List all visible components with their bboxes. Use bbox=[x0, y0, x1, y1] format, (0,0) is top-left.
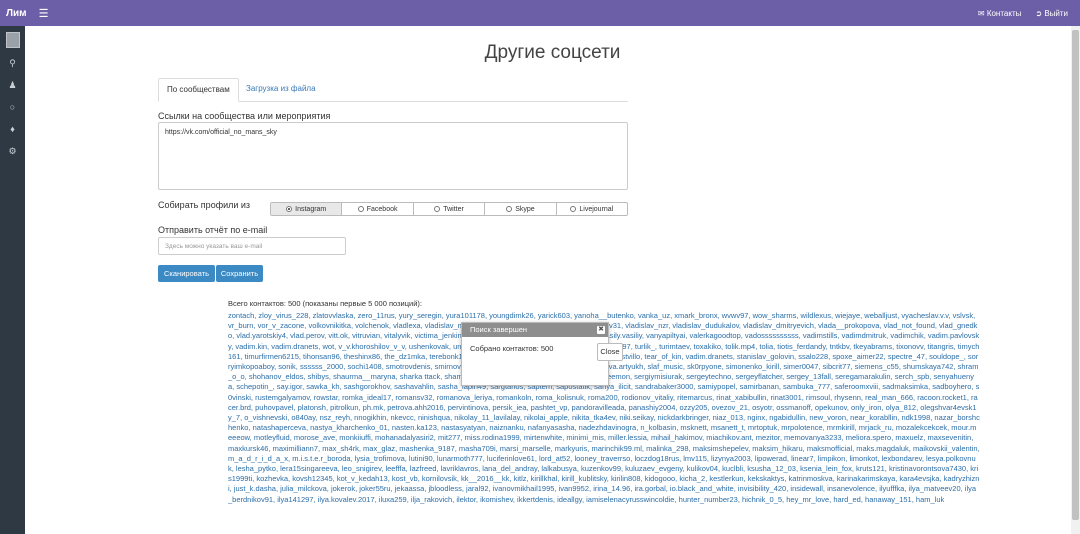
collect-label: Собирать профили из bbox=[158, 200, 251, 210]
radio-facebook[interactable]: Facebook bbox=[342, 203, 414, 215]
radio-label: Livejournal bbox=[579, 205, 614, 213]
radio-indicator bbox=[357, 206, 364, 212]
scrollbar[interactable] bbox=[1071, 26, 1080, 534]
avatar[interactable] bbox=[5, 32, 20, 48]
sidebar: ⚲ ♟ ○ ♦ ⚙ bbox=[0, 26, 25, 534]
radio-label: Facebook bbox=[366, 205, 398, 213]
radio-label: Skype bbox=[515, 205, 535, 213]
email-label: Отправить отчёт по e-mail bbox=[158, 225, 268, 235]
main-content: Другие соцсети По сообществам Загрузка и… bbox=[25, 26, 1080, 534]
radio-livejournal[interactable]: Livejournal bbox=[557, 203, 627, 215]
radio-skype[interactable]: Skype bbox=[485, 203, 557, 215]
links-label: Ссылки на сообщества или мероприятия bbox=[158, 111, 331, 121]
search-complete-dialog: Поиск завершен ✖ Собрано контактов: 500 bbox=[461, 322, 609, 386]
dialog-message: Собрано контактов: 500 bbox=[470, 344, 554, 353]
logout-icon: ➲ bbox=[1035, 8, 1045, 18]
logout-link[interactable]: ➲ Выйти bbox=[1035, 9, 1068, 18]
brand-logo[interactable]: Лим bbox=[6, 8, 27, 19]
contacts-link[interactable]: ✉ Контакты bbox=[978, 9, 1022, 18]
top-right-menu: ✉ Контакты ➲ Выйти bbox=[978, 9, 1068, 18]
mail-icon: ✉ bbox=[977, 8, 987, 18]
scroll-thumb[interactable] bbox=[1072, 30, 1079, 520]
tabs: По сообществам Загрузка из файла bbox=[158, 78, 628, 102]
radio-indicator bbox=[434, 206, 441, 212]
dialog-title: Поиск завершен bbox=[470, 325, 528, 334]
scan-button[interactable]: Сканировать bbox=[158, 265, 215, 282]
radio-indicator bbox=[506, 206, 513, 212]
tab-from-file[interactable]: Загрузка из файла bbox=[238, 78, 324, 102]
radio-twitter[interactable]: Twitter bbox=[414, 203, 486, 215]
chat-icon[interactable]: ○ bbox=[10, 100, 15, 114]
hamburger-icon[interactable]: ☰ bbox=[39, 7, 49, 20]
tab-by-community[interactable]: По сообществам bbox=[158, 78, 239, 102]
radio-label: Twitter bbox=[443, 205, 464, 213]
contacts-label: Контакты bbox=[986, 8, 1022, 18]
top-navbar: Лим ☰ ✉ Контакты ➲ Выйти bbox=[0, 0, 1080, 26]
dialog-close-button[interactable]: Close bbox=[597, 343, 623, 361]
search-icon[interactable]: ⚲ bbox=[9, 56, 16, 70]
radio-instagram[interactable]: Instagram bbox=[271, 203, 343, 215]
pin-icon[interactable]: ♦ bbox=[10, 122, 15, 136]
email-field[interactable] bbox=[158, 237, 346, 255]
total-contacts: Всего контактов: 500 (показаны первые 5 … bbox=[228, 299, 422, 308]
close-icon[interactable]: ✖ bbox=[597, 326, 605, 334]
source-radio-group: Instagram Facebook Twitter Skype Livejou… bbox=[270, 202, 628, 216]
links-textarea[interactable]: https://vk.com/official_no_mans_sky bbox=[158, 122, 628, 190]
page-title: Другие соцсети bbox=[484, 42, 621, 63]
save-button[interactable]: Сохранить bbox=[216, 265, 263, 282]
radio-label: Instagram bbox=[295, 205, 327, 213]
radio-indicator bbox=[286, 206, 293, 212]
gears-icon[interactable]: ⚙ bbox=[8, 144, 16, 158]
users-icon[interactable]: ♟ bbox=[8, 78, 16, 92]
dialog-header: Поиск завершен ✖ bbox=[462, 323, 608, 337]
radio-indicator bbox=[570, 206, 577, 212]
logout-label: Выйти bbox=[1044, 8, 1068, 18]
